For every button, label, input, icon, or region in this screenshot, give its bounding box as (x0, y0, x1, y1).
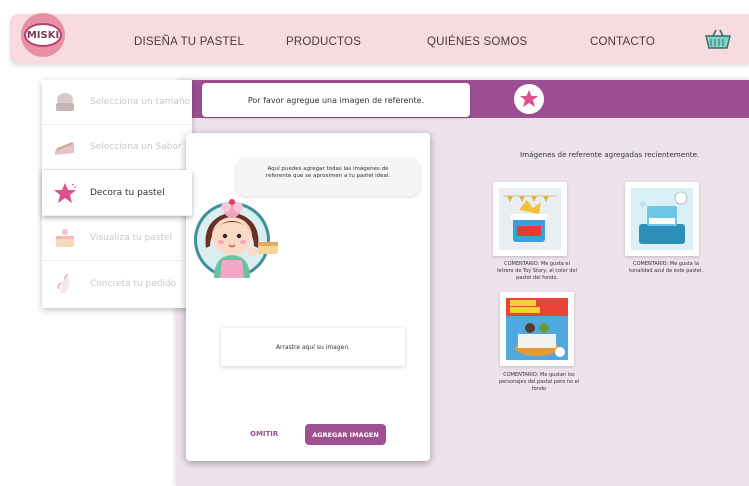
omit-button[interactable]: OMITIR (250, 430, 278, 438)
nav-link-productos[interactable]: PRODUCTOS (286, 36, 361, 48)
step-flavor[interactable]: Selecciona un Sabor (42, 125, 192, 170)
step-visualize-label: Visualiza tu pastel (90, 233, 173, 243)
reference-comment-2: COMENTARIO: Me gusta la tonalidad azul d… (629, 261, 703, 274)
reference-comment-3: COMENTARIO: Me gustan los personajes del… (498, 372, 580, 392)
add-image-button[interactable]: AGREGAR IMAGEN (305, 424, 386, 445)
step-order-label: Concreta tu pedido (90, 278, 177, 289)
unicorn-icon (52, 273, 78, 295)
step-decorate-label: Decora tu pastel (90, 187, 165, 198)
basket-icon[interactable] (704, 28, 732, 50)
step-size-label: Selecciona un tamaño (90, 97, 191, 107)
cake-view-icon (52, 227, 78, 249)
miski-logo[interactable]: MISKI (21, 13, 65, 57)
cake-size-icon (52, 91, 78, 113)
reference-comment-1: COMENTARIO: Me gusta el letrero de Toy S… (497, 261, 577, 281)
cake-slice-icon (52, 136, 78, 158)
nav-link-contacto[interactable]: CONTACTO (590, 36, 655, 48)
reference-image-1[interactable] (493, 182, 567, 256)
step-flavor-label: Selecciona un Sabor (90, 142, 182, 152)
star-badge-icon (514, 84, 544, 114)
nav-link-disena[interactable]: DISEÑA TU PASTEL (134, 36, 244, 48)
step-visualize[interactable]: Visualiza tu pastel (42, 216, 192, 261)
instruction-box: Por favor agregue una imagen de referent… (202, 83, 470, 117)
step-order[interactable]: Concreta tu pedido (42, 261, 192, 306)
star-icon (52, 182, 78, 204)
nav-link-quienes-somos[interactable]: QUIÉNES SOMOS (427, 36, 527, 48)
baker-avatar (192, 188, 286, 284)
references-title: Imágenes de referente agregadas reciente… (520, 150, 700, 159)
logo-text: MISKI (24, 23, 62, 47)
decorate-badge (508, 81, 558, 117)
step-decorate[interactable]: Decora tu pastel (42, 170, 192, 216)
reference-image-2[interactable] (625, 182, 699, 256)
image-dropzone[interactable]: Arrastre aquí su imagen. (221, 328, 405, 366)
step-size[interactable]: Selecciona un tamaño (42, 80, 192, 125)
steps-sidebar: Selecciona un tamaño Selecciona un Sabor… (42, 80, 192, 308)
reference-image-3[interactable] (500, 292, 574, 366)
